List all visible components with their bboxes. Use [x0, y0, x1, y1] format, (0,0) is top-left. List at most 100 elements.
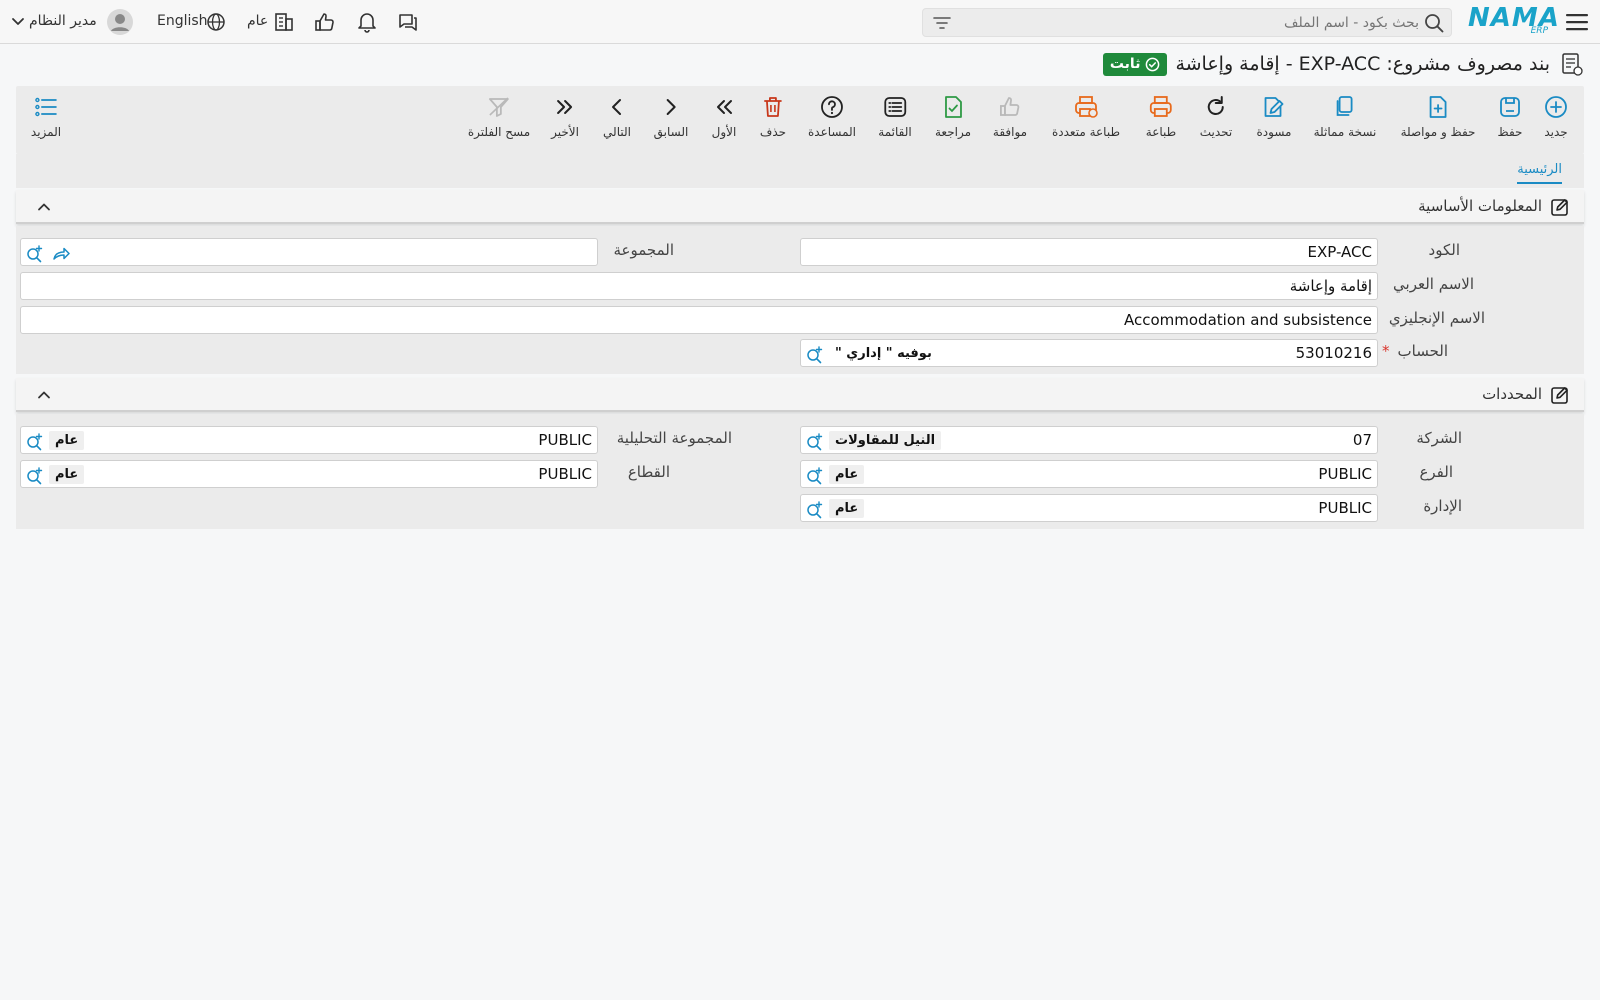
delete-button[interactable]: حذف [760, 94, 786, 139]
group-field[interactable] [20, 238, 598, 266]
user-name[interactable]: مدير النظام [29, 13, 97, 29]
help-button[interactable]: المساعدة [808, 94, 856, 139]
refresh-icon [1208, 96, 1224, 115]
first-record-button[interactable]: الأول [711, 94, 737, 139]
last-record-button[interactable]: الأخير [551, 94, 579, 139]
chevron-up-icon[interactable] [34, 197, 54, 217]
draft-label: مسودة [1256, 125, 1292, 139]
last-label: الأخير [551, 125, 579, 139]
tabs-bar: الرئيسية [16, 154, 1584, 188]
search-input[interactable] [953, 9, 1423, 36]
english-name-field[interactable]: Accommodation and subsistence [20, 306, 1378, 334]
code-field[interactable]: EXP-ACC [800, 238, 1378, 266]
account-label: الحساب * [1382, 342, 1448, 360]
save-button[interactable]: حفظ [1497, 94, 1523, 139]
check-circle-icon [1146, 57, 1160, 71]
user-avatar-icon[interactable] [106, 8, 134, 36]
edit-square-icon [1551, 199, 1568, 216]
arabic-name-field[interactable]: إقامة وإعاشة [20, 272, 1378, 300]
dimensions-section-header[interactable]: المحددات [16, 378, 1584, 412]
lookup-search-icon[interactable] [805, 344, 825, 364]
analytic-group-name-chip: عام [49, 431, 85, 450]
branch-name-chip: عام [829, 465, 865, 484]
delete-label: حذف [759, 125, 787, 139]
save-continue-button[interactable]: حفظ و مواصلة [1400, 94, 1476, 139]
page-title: بند مصروف مشروع: EXP-ACC - إقامة وإعاشة [1175, 53, 1550, 75]
company-name-chip: النيل للمقاولات [829, 431, 942, 450]
chevron-up-icon[interactable] [34, 385, 54, 405]
lookup-search-icon[interactable] [25, 431, 45, 451]
search-icon[interactable] [1423, 12, 1445, 34]
list-button[interactable]: القائمة [878, 94, 912, 139]
edit-square-icon [1551, 387, 1568, 404]
more-list-icon [35, 97, 57, 117]
list-label: القائمة [878, 125, 912, 139]
messages-icon[interactable] [396, 10, 420, 34]
language-globe-icon[interactable] [204, 10, 228, 34]
department-label: الإدارة [1423, 497, 1462, 515]
open-link-arrow-icon[interactable] [51, 243, 71, 263]
copy-icon [1337, 96, 1353, 116]
department-code: PUBLIC [1318, 499, 1372, 517]
app-logo[interactable]: NAMA ERP [1468, 4, 1559, 38]
arabic-name-label: الاسم العربي [1393, 275, 1474, 293]
company-building-icon[interactable] [272, 10, 296, 34]
account-field[interactable]: 53010216 بوفيه " إداري " [800, 339, 1378, 367]
multi-printer-icon [1075, 96, 1098, 118]
dimensions-section-body: الشركة 07 النيل للمقاولات المجموعة التحل… [16, 414, 1584, 529]
company-field[interactable]: 07 النيل للمقاولات [800, 426, 1378, 454]
approve-label: موافقة [992, 125, 1028, 139]
plus-circle-icon [1545, 96, 1567, 118]
tab-main[interactable]: الرئيسية [1517, 162, 1562, 184]
hamburger-menu-icon[interactable] [1564, 10, 1590, 34]
lookup-search-icon[interactable] [805, 499, 825, 519]
sector-field[interactable]: PUBLIC عام [20, 460, 598, 488]
section-title: المعلومات الأساسية [1418, 197, 1542, 215]
review-button[interactable]: مراجعة [935, 94, 971, 139]
notifications-bell-icon[interactable] [355, 10, 379, 34]
duplicate-button[interactable]: نسخة مماثلة [1314, 94, 1376, 139]
code-label: الكود [1428, 241, 1460, 259]
next-record-button[interactable]: التالي [603, 94, 631, 139]
language-switch[interactable]: English [157, 13, 208, 29]
page-header: بند مصروف مشروع: EXP-ACC - إقامة وإعاشة … [1102, 48, 1584, 80]
clear-filter-button[interactable]: مسح الفلترة [468, 94, 530, 139]
branch-field[interactable]: PUBLIC عام [800, 460, 1378, 488]
lookup-search-icon[interactable] [805, 465, 825, 485]
trash-icon [764, 97, 782, 117]
approvals-thumbs-up-icon[interactable] [313, 10, 337, 34]
draft-button[interactable]: مسودة [1256, 94, 1292, 139]
company-label: الشركة [1416, 429, 1462, 447]
refresh-label: تحديث [1199, 125, 1233, 139]
basic-info-section-body: الكود EXP-ACC المجموعة الاسم العربي إقام… [16, 226, 1584, 374]
chevron-left-icon [612, 99, 621, 115]
new-button[interactable]: جديد [1543, 94, 1569, 139]
basic-info-section-header[interactable]: المعلومات الأساسية [16, 190, 1584, 224]
required-mark: * [1382, 342, 1390, 360]
analytic-group-field[interactable]: PUBLIC عام [20, 426, 598, 454]
lookup-search-icon[interactable] [805, 431, 825, 451]
account-label-text: الحساب [1397, 342, 1449, 360]
refresh-button[interactable]: تحديث [1199, 94, 1233, 139]
lookup-search-icon[interactable] [25, 243, 45, 263]
department-field[interactable]: PUBLIC عام [800, 494, 1378, 522]
previous-record-button[interactable]: السابق [654, 94, 688, 139]
clear-filter-label: مسح الفلترة [467, 125, 531, 139]
topbar-left-group: عام English مدير النظام [0, 0, 440, 44]
top-bar: NAMA ERP بحث بكود - اسم الملف عام Englis… [0, 0, 1600, 44]
analytic-group-code: PUBLIC [538, 431, 592, 449]
more-button[interactable]: المزيد [31, 94, 61, 139]
approve-button[interactable]: موافقة [993, 94, 1027, 139]
company-label[interactable]: عام [247, 13, 268, 29]
lookup-search-icon[interactable] [25, 465, 45, 485]
status-text: ثابت [1109, 56, 1141, 72]
section-title: المحددات [1482, 385, 1542, 403]
multi-print-button[interactable]: طباعة متعددة [1052, 94, 1120, 139]
save-continue-label: حفظ و مواصلة [1400, 125, 1476, 139]
filter-off-icon [489, 97, 509, 117]
filter-icon[interactable] [931, 12, 953, 34]
chevron-down-icon[interactable] [10, 10, 26, 34]
new-label: جديد [1544, 125, 1568, 139]
english-name-label: الاسم الإنجليزي [1388, 309, 1485, 327]
print-button[interactable]: طباعة [1146, 94, 1176, 139]
